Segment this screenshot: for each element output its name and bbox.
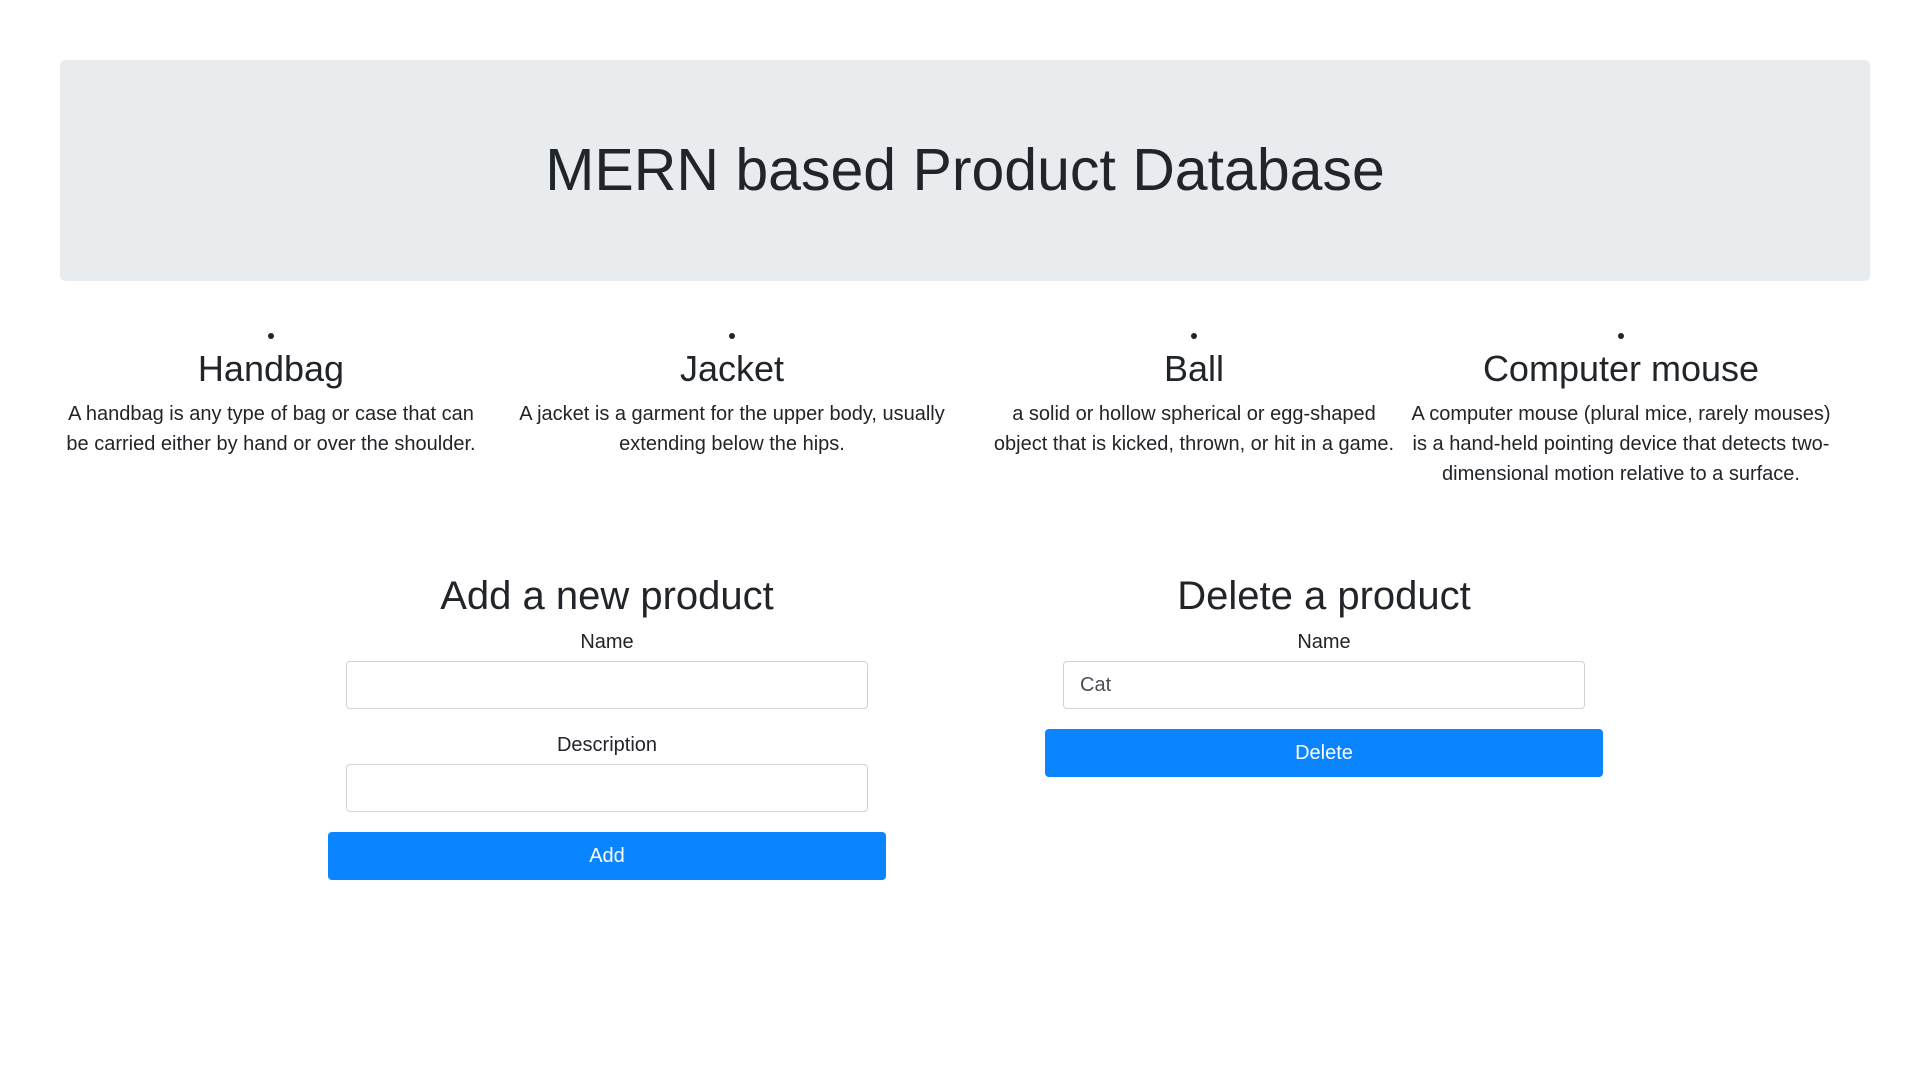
delete-product-heading: Delete a product bbox=[1177, 574, 1471, 618]
bullet-icon bbox=[729, 333, 735, 339]
add-product-form: Add a new product Name Description Add bbox=[326, 572, 888, 880]
list-item: Handbag A handbag is any type of bag or … bbox=[60, 325, 482, 489]
bullet-icon bbox=[1618, 333, 1624, 339]
bullet-icon bbox=[1191, 333, 1197, 339]
product-name: Jacket bbox=[679, 348, 785, 389]
header-jumbotron: MERN based Product Database bbox=[60, 60, 1870, 281]
product-description: A jacket is a garment for the upper body… bbox=[519, 403, 945, 456]
product-description: A handbag is any type of bag or case tha… bbox=[66, 403, 476, 456]
list-item: Jacket A jacket is a garment for the upp… bbox=[482, 325, 982, 489]
product-description: A computer mouse (plural mice, rarely mo… bbox=[1411, 403, 1831, 486]
add-description-label: Description bbox=[556, 734, 658, 756]
delete-button[interactable]: Delete bbox=[1045, 729, 1603, 777]
list-item: Computer mouse A computer mouse (plural … bbox=[1406, 325, 1836, 489]
list-item: Ball a solid or hollow spherical or egg-… bbox=[982, 325, 1406, 489]
delete-product-form: Delete a product Name Delete bbox=[1043, 572, 1605, 777]
add-product-heading: Add a new product bbox=[440, 574, 774, 618]
product-name: Computer mouse bbox=[1482, 348, 1760, 389]
bullet-icon bbox=[268, 333, 274, 339]
product-name: Handbag bbox=[197, 348, 345, 389]
page-title: MERN based Product Database bbox=[545, 137, 1385, 203]
delete-name-label: Name bbox=[1297, 631, 1351, 653]
add-button[interactable]: Add bbox=[328, 832, 886, 880]
product-list: Handbag A handbag is any type of bag or … bbox=[60, 325, 1908, 489]
add-name-input[interactable] bbox=[346, 661, 868, 709]
add-description-input[interactable] bbox=[346, 764, 868, 812]
add-name-label: Name bbox=[580, 631, 634, 653]
delete-name-input[interactable] bbox=[1063, 661, 1585, 709]
product-name: Ball bbox=[1163, 348, 1225, 389]
product-description: a solid or hollow spherical or egg-shape… bbox=[993, 403, 1395, 456]
